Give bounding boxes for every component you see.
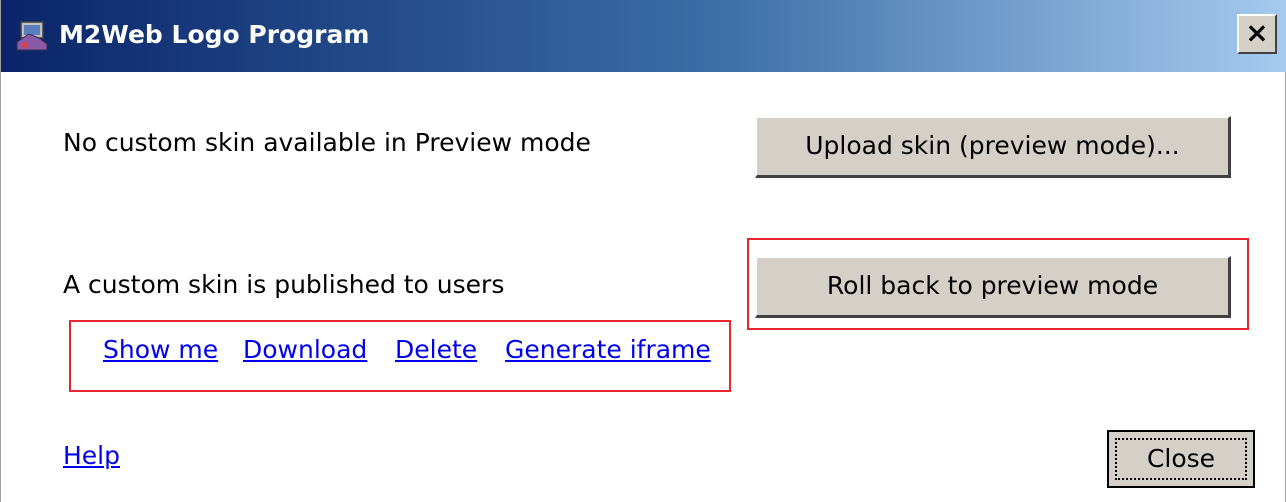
close-icon: × [1245, 16, 1269, 49]
published-status-text: A custom skin is published to users [63, 270, 505, 299]
close-window-button[interactable]: × [1237, 14, 1277, 54]
delete-link[interactable]: Delete [395, 335, 477, 364]
dialog-window: M2Web Logo Program × No custom skin avai… [0, 0, 1286, 502]
close-button-label: Close [1115, 438, 1247, 480]
upload-skin-button[interactable]: Upload skin (preview mode)... [755, 116, 1231, 178]
rollback-button[interactable]: Roll back to preview mode [755, 256, 1231, 318]
window-title: M2Web Logo Program [59, 20, 370, 49]
app-icon [15, 20, 49, 52]
title-bar[interactable]: M2Web Logo Program × [1, 0, 1286, 72]
preview-status-text: No custom skin available in Preview mode [63, 128, 591, 157]
show-me-link[interactable]: Show me [103, 335, 218, 364]
download-link[interactable]: Download [243, 335, 367, 364]
help-link[interactable]: Help [63, 441, 120, 470]
generate-iframe-link[interactable]: Generate iframe [505, 335, 711, 364]
close-button[interactable]: Close [1107, 430, 1255, 488]
